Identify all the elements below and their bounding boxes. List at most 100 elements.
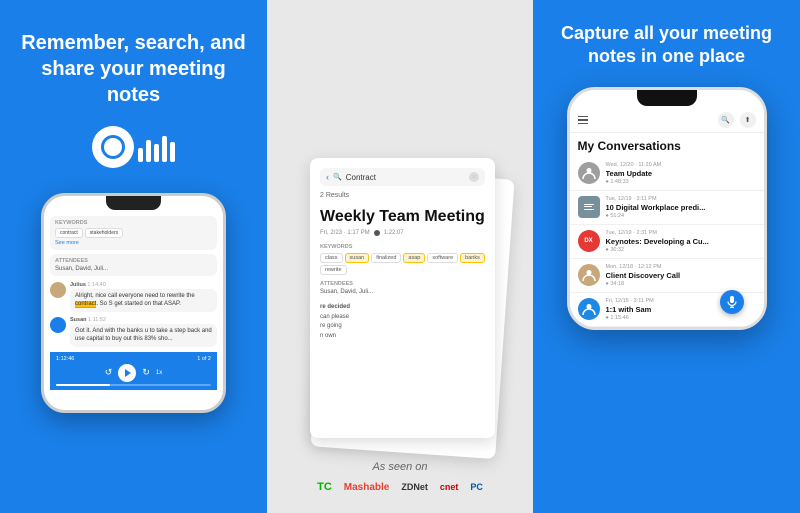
right-heading: Capture all your meeting notes in one pl… <box>549 22 784 69</box>
phone-notch <box>106 196 161 210</box>
keywords-section: KEYWORDS contract stakeholders See more <box>50 216 217 250</box>
zdnet-logo: ZDNet <box>401 482 428 492</box>
conv-name-2: 10 Digital Workplace predi... <box>606 203 736 212</box>
pcmag-logo: PC <box>470 482 483 492</box>
conv-content-3: Tue, 12/19 · 2:31 PM Keynotes: Developin… <box>606 230 756 253</box>
cnet-logo: cnet <box>440 482 459 492</box>
conversations-title: My Conversations <box>570 133 764 157</box>
julius-speaker-name: Julius 1:14:40 <box>70 282 217 288</box>
speed-button[interactable]: 1x <box>156 370 162 376</box>
julius-message-block: Julius 1:14:40 Alright, nice call everyo… <box>70 282 217 312</box>
transcript-preview: re decided can please re going n own <box>320 303 485 341</box>
meeting-duration: 1:22:07 <box>384 230 404 236</box>
conversation-item-2[interactable]: Tue, 12/19 · 3:11 PM 10 Digital Workplac… <box>570 191 764 225</box>
search-input-value[interactable]: Contract <box>346 173 465 182</box>
susan-message-block: Susan 1:11:52 Got it. And with the banks… <box>70 317 217 347</box>
kw-tag: class <box>320 253 343 263</box>
player-pagination: 1 of 2 <box>197 356 211 362</box>
doc-line <box>584 204 594 205</box>
conv-avatar-4 <box>578 264 600 286</box>
app-header: 🔍 ⬆ <box>570 106 764 133</box>
susan-message-text: Got it. And with the banks u to take a s… <box>70 324 217 347</box>
play-button[interactable] <box>118 364 136 382</box>
conv-date-3: Tue, 12/19 · 2:31 PM <box>606 230 756 236</box>
keywords-section-label: KEYWORDS <box>320 244 485 250</box>
conv-duration-2: ● 51:24 <box>606 213 756 219</box>
doc-line <box>584 209 594 210</box>
conv-duration-3: ● 30:32 <box>606 247 756 253</box>
conv-name-3: Keynotes: Developing a Cu... <box>606 237 736 246</box>
conversation-item-5[interactable]: Fri, 12/15 · 3:11 PM 1:1 with Sam ● 1:15… <box>570 293 764 327</box>
hamburger-menu-icon[interactable] <box>578 116 588 125</box>
meeting-meta: Fri, 2/23 · 1:17 PM 1:22:07 <box>320 230 485 236</box>
doc-line <box>584 206 592 207</box>
conv-doc-icon-2 <box>578 196 600 218</box>
hamburger-line <box>578 116 588 118</box>
chat-screen: KEYWORDS contract stakeholders See more … <box>44 210 223 410</box>
see-more-link[interactable]: See more <box>55 240 212 246</box>
as-seen-on-label: As seen on <box>300 461 500 473</box>
logo-bar-1 <box>138 148 143 162</box>
conv-content-2: Tue, 12/19 · 3:11 PM 10 Digital Workplac… <box>606 196 756 219</box>
conv-duration-4: ● 34:18 <box>606 281 756 287</box>
kw-tag-asap: asap <box>403 253 425 263</box>
conversation-item-4[interactable]: Mon, 12/18 · 12:12 PM Client Discovery C… <box>570 259 764 293</box>
microphone-icon <box>727 296 737 308</box>
kw-chip: stakeholders <box>85 228 123 238</box>
attendees-section: ATTENDEES Susan, David, Juli... <box>50 254 217 276</box>
logo-bars <box>138 132 175 162</box>
results-count: 2 Results <box>320 192 485 199</box>
meeting-title: Weekly Team Meeting <box>320 207 485 226</box>
keywords-row: contract stakeholders <box>55 228 212 238</box>
recording-dot-icon <box>374 230 380 236</box>
doc-lines <box>584 204 594 210</box>
conv-name-5: 1:1 with Sam <box>606 305 736 314</box>
otter-logo <box>92 126 175 168</box>
conversation-item-3[interactable]: DX Tue, 12/19 · 2:31 PM Keynotes: Develo… <box>570 225 764 259</box>
forward-icon[interactable]: ↻ <box>142 367 150 378</box>
logo-circle-inner <box>101 135 125 159</box>
play-triangle-icon <box>125 369 131 377</box>
search-icon[interactable]: 🔍 <box>718 112 734 128</box>
logo-bar-5 <box>170 142 175 162</box>
conv-duration-5: ● 1:15:46 <box>606 315 756 321</box>
conv-date-2: Tue, 12/19 · 3:11 PM <box>606 196 756 202</box>
mashable-logo: Mashable <box>344 482 390 493</box>
logo-bar-4 <box>162 136 167 162</box>
attendees-value-middle: Susan, David, Juli... <box>320 289 485 295</box>
hamburger-line <box>578 119 588 121</box>
back-arrow-icon[interactable]: ‹ <box>326 172 329 182</box>
kw-tag-software: software <box>427 253 458 263</box>
right-phone-mockup: 🔍 ⬆ My Conversations Wed, 12/20 · 11:20 … <box>567 87 767 330</box>
susan-speaker-name: Susan 1:11:52 <box>70 317 217 323</box>
left-phone-mockup: KEYWORDS contract stakeholders See more … <box>41 193 226 413</box>
conv-avatar-1 <box>578 162 600 184</box>
susan-avatar <box>50 317 66 333</box>
logo-circle <box>92 126 134 168</box>
conv-date-1: Wed, 12/20 · 11:20 AM <box>606 162 756 168</box>
media-logos-row: TC Mashable ZDNet cnet PC <box>300 481 500 493</box>
meeting-date: Fri, 2/23 · 1:17 PM <box>320 230 370 236</box>
clear-search-icon[interactable]: ✕ <box>469 172 479 182</box>
conversation-item-1[interactable]: Wed, 12/20 · 11:20 AM Team Update ● 1:48… <box>570 157 764 191</box>
rewind-icon[interactable]: ↺ <box>105 367 113 378</box>
logo-bar-2 <box>146 140 151 162</box>
panel-right: Capture all your meeting notes in one pl… <box>533 0 800 513</box>
player-top-row: 1:12:46 1 of 2 <box>56 356 211 362</box>
audio-player: 1:12:46 1 of 2 ↺ ↻ 1x <box>50 352 217 390</box>
share-icon[interactable]: ⬆ <box>740 112 756 128</box>
conv-avatar-3: DX <box>578 230 600 252</box>
player-current-time: 1:12:46 <box>56 356 74 362</box>
logo-bar-3 <box>154 144 159 162</box>
as-seen-on-section: As seen on TC Mashable ZDNet cnet PC <box>300 461 500 493</box>
stacked-papers: ‹ 🔍 Contract ✕ 2 Results Weekly Team Mee… <box>300 143 500 493</box>
panel-left: Remember, search, and share your meeting… <box>0 0 267 513</box>
kw-tag-rewrite: rewrite <box>320 265 347 275</box>
julius-message-text: Alright, nice call everyone need to rewr… <box>70 289 217 312</box>
progress-bar <box>56 384 211 386</box>
attendees-section-label: ATTENDEES <box>320 281 485 287</box>
techcrunch-logo: TC <box>317 481 332 493</box>
keywords-label: KEYWORDS <box>55 220 212 226</box>
conv-duration-1: ● 1:48:33 <box>606 179 756 185</box>
record-mic-button[interactable] <box>720 290 744 314</box>
